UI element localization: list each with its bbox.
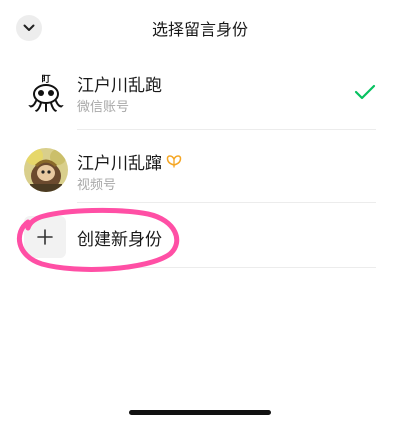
row-divider [77, 129, 376, 130]
cartoon-character-avatar [24, 148, 68, 192]
sheet-header: 选择留言身份 [0, 0, 400, 56]
identity-row-wechat[interactable]: 盯 江户川乱跑 微信账号 [0, 62, 400, 130]
sheet-title: 选择留言身份 [151, 20, 248, 39]
identity-type: 视频号 [77, 178, 117, 193]
identity-name: 江户川乱蹿 [77, 154, 162, 174]
annotation-circle [17, 207, 180, 272]
avatar-doodle-text: 盯 [41, 74, 50, 85]
butterfly-icon [166, 154, 182, 168]
octopus-doodle-avatar: 盯 [24, 70, 68, 114]
home-indicator [129, 410, 271, 415]
identity-type: 微信账号 [77, 100, 130, 115]
identity-name-wrap: 江户川乱蹿 [77, 149, 182, 174]
identity-name: 江户川乱跑 [77, 76, 162, 96]
checkmark-icon [354, 84, 376, 100]
identity-sheet: 选择留言身份 盯 江户川乱跑 微信账号 江户川乱蹿 视频号 创建新身份 [0, 0, 400, 427]
